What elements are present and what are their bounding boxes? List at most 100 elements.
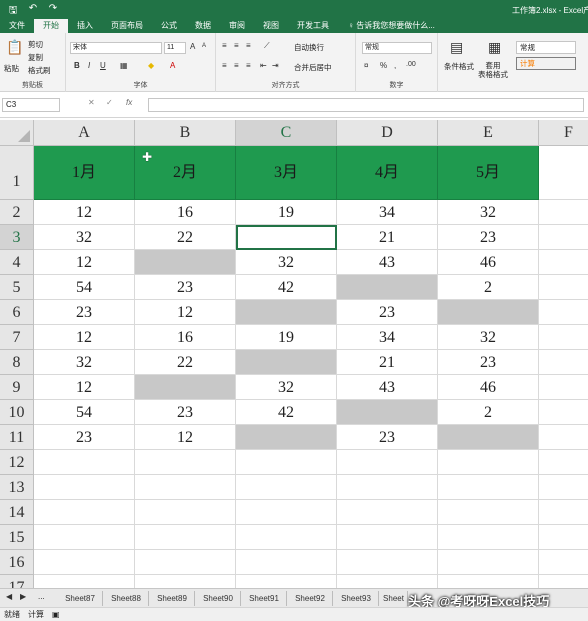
row-header-10[interactable]: 10 <box>0 400 34 425</box>
cell-e10[interactable]: 2 <box>438 400 539 425</box>
cell-d12[interactable] <box>337 450 438 475</box>
name-box[interactable]: C3 <box>2 98 60 112</box>
cell-a8[interactable]: 32 <box>34 350 135 375</box>
cell-b9[interactable] <box>135 375 236 400</box>
cell-d17[interactable] <box>337 575 438 588</box>
cell-e17[interactable] <box>438 575 539 588</box>
sheet-tab-2[interactable]: Sheet89 <box>150 591 195 606</box>
cell-f3[interactable] <box>539 225 588 250</box>
row-header-7[interactable]: 7 <box>0 325 34 350</box>
cell-c4[interactable]: 32 <box>236 250 337 275</box>
redo-icon[interactable]: ↷ <box>46 3 60 20</box>
row-header-15[interactable]: 15 <box>0 525 34 550</box>
cell-a10[interactable]: 54 <box>34 400 135 425</box>
cell-d16[interactable] <box>337 550 438 575</box>
cell-c2[interactable]: 19 <box>236 200 337 225</box>
cell-c6[interactable] <box>236 300 337 325</box>
conditional-format-icon[interactable]: ▤ <box>450 39 463 56</box>
paste-icon[interactable]: 📋 <box>6 39 23 56</box>
cell-a1[interactable]: 1月 <box>34 146 135 200</box>
cell-b12[interactable] <box>135 450 236 475</box>
cell-b13[interactable] <box>135 475 236 500</box>
format-painter-button[interactable]: 格式刷 <box>28 65 51 76</box>
column-header-b[interactable]: B <box>135 120 236 146</box>
cell-d2[interactable]: 34 <box>337 200 438 225</box>
cell-f12[interactable] <box>539 450 588 475</box>
cell-e1[interactable]: 5月 <box>438 146 539 200</box>
cell-e6[interactable] <box>438 300 539 325</box>
cell-a6[interactable]: 23 <box>34 300 135 325</box>
cell-e13[interactable] <box>438 475 539 500</box>
row-header-11[interactable]: 11 <box>0 425 34 450</box>
cell-b4[interactable] <box>135 250 236 275</box>
wrap-text-button[interactable]: 自动换行 <box>294 42 324 53</box>
cancel-icon[interactable]: ✕ <box>88 98 95 107</box>
cell-b17[interactable] <box>135 575 236 588</box>
scroll-left-icon[interactable]: ◀ <box>6 592 12 601</box>
cell-a13[interactable] <box>34 475 135 500</box>
cell-a7[interactable]: 12 <box>34 325 135 350</box>
row-header-17[interactable]: 17 <box>0 575 34 588</box>
cell-d14[interactable] <box>337 500 438 525</box>
cell-d7[interactable]: 34 <box>337 325 438 350</box>
cell-e4[interactable]: 46 <box>438 250 539 275</box>
cell-e2[interactable]: 32 <box>438 200 539 225</box>
style-normal[interactable]: 常规 <box>516 41 576 54</box>
cell-c3[interactable] <box>236 225 337 250</box>
cell-d13[interactable] <box>337 475 438 500</box>
tell-me-search[interactable]: ♀ 告诉我您想要做什么... <box>338 19 435 33</box>
cell-e11[interactable] <box>438 425 539 450</box>
format-table-button[interactable]: 套用 表格格式 <box>478 61 508 79</box>
cell-d5[interactable] <box>337 275 438 300</box>
save-icon[interactable]: 🖫 <box>6 3 20 20</box>
underline-button[interactable]: U <box>100 61 106 70</box>
column-header-d[interactable]: D <box>337 120 438 146</box>
undo-icon[interactable]: ↶ <box>26 3 40 20</box>
cell-b15[interactable] <box>135 525 236 550</box>
sheet-tab-7[interactable]: Sheet <box>380 591 408 606</box>
indent-decrease-icon[interactable]: ⇤ <box>260 61 267 70</box>
sheet-tab-0[interactable]: Sheet87 <box>58 591 103 606</box>
align-left-icon[interactable]: ≡ <box>222 61 227 70</box>
conditional-format-button[interactable]: 条件格式 <box>444 61 474 72</box>
cell-a12[interactable] <box>34 450 135 475</box>
bold-button[interactable]: B <box>74 61 80 70</box>
cell-e3[interactable]: 23 <box>438 225 539 250</box>
cell-c9[interactable]: 32 <box>236 375 337 400</box>
cell-d6[interactable]: 23 <box>337 300 438 325</box>
italic-button[interactable]: I <box>88 61 90 70</box>
cell-a14[interactable] <box>34 500 135 525</box>
cell-b2[interactable]: 16 <box>135 200 236 225</box>
font-name-box[interactable]: 宋体 <box>70 42 162 54</box>
cell-b8[interactable]: 22 <box>135 350 236 375</box>
cell-e5[interactable]: 2 <box>438 275 539 300</box>
row-header-4[interactable]: 4 <box>0 250 34 275</box>
font-size-box[interactable]: 11 <box>164 42 186 54</box>
cell-c7[interactable]: 19 <box>236 325 337 350</box>
tab-1[interactable]: 开始 <box>34 19 68 33</box>
cell-f7[interactable] <box>539 325 588 350</box>
cell-d3[interactable]: 21 <box>337 225 438 250</box>
cell-c16[interactable] <box>236 550 337 575</box>
formula-input[interactable] <box>148 98 584 112</box>
tab-4[interactable]: 公式 <box>152 19 186 33</box>
cell-d1[interactable]: 4月 <box>337 146 438 200</box>
cell-f13[interactable] <box>539 475 588 500</box>
cell-e16[interactable] <box>438 550 539 575</box>
tab-8[interactable]: 开发工具 <box>288 19 338 33</box>
cell-d9[interactable]: 43 <box>337 375 438 400</box>
row-header-16[interactable]: 16 <box>0 550 34 575</box>
align-middle-icon[interactable]: ≡ <box>234 41 239 50</box>
cell-f14[interactable] <box>539 500 588 525</box>
select-all-corner[interactable] <box>0 120 34 146</box>
row-header-2[interactable]: 2 <box>0 200 34 225</box>
cell-d4[interactable]: 43 <box>337 250 438 275</box>
row-header-9[interactable]: 9 <box>0 375 34 400</box>
cell-f17[interactable] <box>539 575 588 588</box>
cell-c15[interactable] <box>236 525 337 550</box>
cell-b3[interactable]: 22 <box>135 225 236 250</box>
cell-e9[interactable]: 46 <box>438 375 539 400</box>
cell-a2[interactable]: 12 <box>34 200 135 225</box>
cell-a4[interactable]: 12 <box>34 250 135 275</box>
cell-c13[interactable] <box>236 475 337 500</box>
